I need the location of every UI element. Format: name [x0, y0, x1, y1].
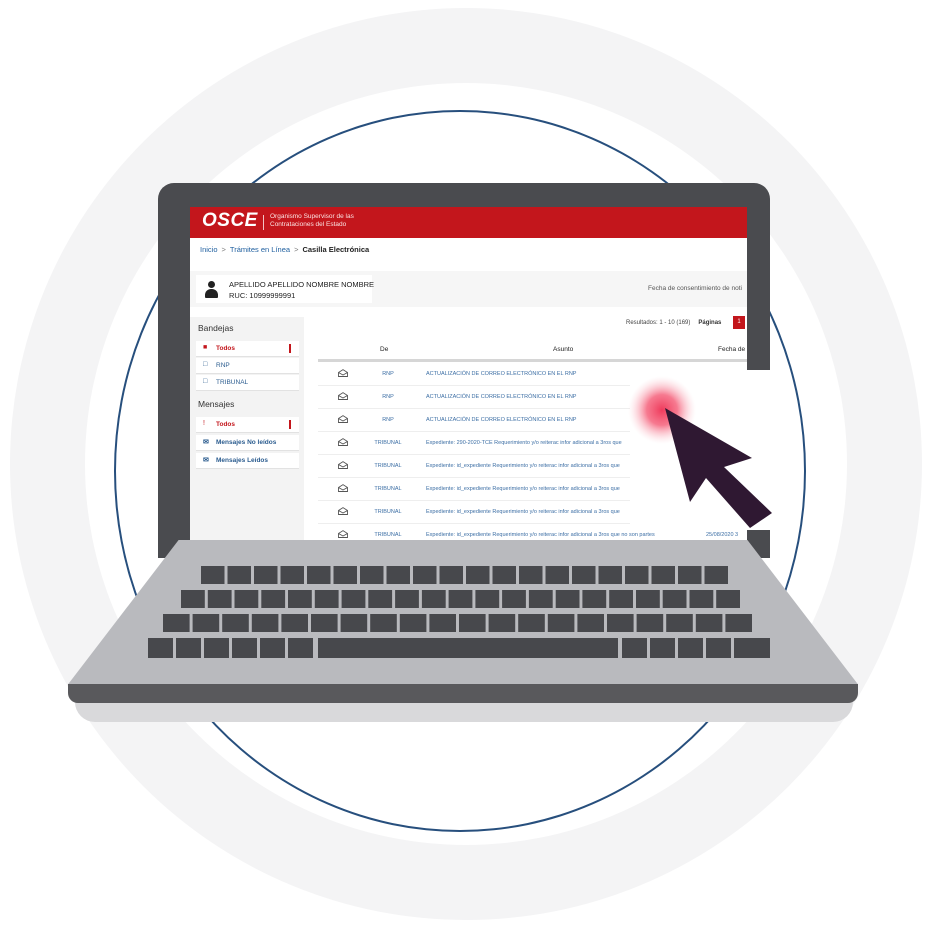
keyboard-key: [666, 614, 693, 632]
keyboard-key: [201, 566, 225, 584]
keyboard-key: [528, 590, 553, 608]
keyboard-key: [725, 614, 752, 632]
keyboard-key: [518, 614, 545, 632]
keyboard-key: [577, 614, 604, 632]
keyboard-key: [192, 614, 220, 632]
keyboard-key: [459, 614, 486, 632]
keyboard-key: [232, 638, 257, 658]
keyboard-key: [650, 638, 675, 658]
keyboard-key: [288, 638, 313, 658]
keyboard: [148, 566, 770, 658]
keyboard-key: [360, 566, 384, 584]
keyboard-key: [622, 638, 647, 658]
keyboard-key: [307, 566, 331, 584]
keyboard-key: [341, 590, 366, 608]
keyboard-key: [234, 590, 259, 608]
keyboard-key: [314, 590, 339, 608]
keyboard-key: [288, 590, 312, 608]
keyboard-key: [386, 566, 410, 584]
keyboard-key: [207, 590, 232, 608]
keyboard-key: [421, 590, 446, 608]
keyboard-key: [695, 614, 723, 632]
keyboard-key: [370, 614, 397, 632]
keyboard-key: [555, 590, 580, 608]
keyboard-key: [704, 566, 728, 584]
keyboard-key: [254, 566, 278, 584]
keyboard-key: [678, 638, 703, 658]
keyboard-key: [572, 566, 596, 584]
keyboard-key: [662, 590, 687, 608]
keyboard-key: [251, 614, 279, 632]
keyboard-key: [204, 638, 229, 658]
keyboard-key: [368, 590, 393, 608]
keyboard-key: [333, 566, 357, 584]
spacebar: [318, 638, 618, 658]
keyboard-key: [678, 566, 702, 584]
keyboard-key: [689, 590, 714, 608]
keyboard-key: [439, 566, 463, 584]
keyboard-key: [636, 590, 660, 608]
keyboard-key: [734, 638, 770, 658]
keyboard-key: [395, 590, 419, 608]
keyboard-key: [222, 614, 249, 632]
keyboard-key: [475, 590, 500, 608]
keyboard-key: [260, 638, 285, 658]
keyboard-key: [163, 614, 190, 632]
keyboard-key: [261, 590, 286, 608]
keyboard-key: [609, 590, 633, 608]
cursor-overlay: [628, 370, 790, 530]
keyboard-key: [181, 590, 205, 608]
keyboard-key: [227, 566, 251, 584]
keyboard-key: [547, 614, 575, 632]
keyboard-key: [607, 614, 634, 632]
keyboard-key: [716, 590, 740, 608]
keyboard-key: [280, 566, 304, 584]
keyboard-key: [429, 614, 456, 632]
keyboard-key: [281, 614, 308, 632]
keyboard-key: [413, 566, 437, 584]
keyboard-key: [625, 566, 649, 584]
keyboard-key: [311, 614, 338, 632]
keyboard-key: [519, 566, 543, 584]
keyboard-key: [148, 638, 173, 658]
keyboard-key: [466, 566, 490, 584]
keyboard-key: [399, 614, 427, 632]
keyboard-key: [598, 566, 622, 584]
keyboard-key: [448, 590, 473, 608]
keyboard-key: [176, 638, 201, 658]
keyboard-key: [545, 566, 569, 584]
keyboard-key: [636, 614, 664, 632]
keyboard-key: [502, 590, 526, 608]
keyboard-key: [582, 590, 607, 608]
keyboard-key: [492, 566, 516, 584]
keyboard-key: [340, 614, 368, 632]
keyboard-key: [488, 614, 516, 632]
keyboard-key: [651, 566, 675, 584]
keyboard-key: [706, 638, 731, 658]
